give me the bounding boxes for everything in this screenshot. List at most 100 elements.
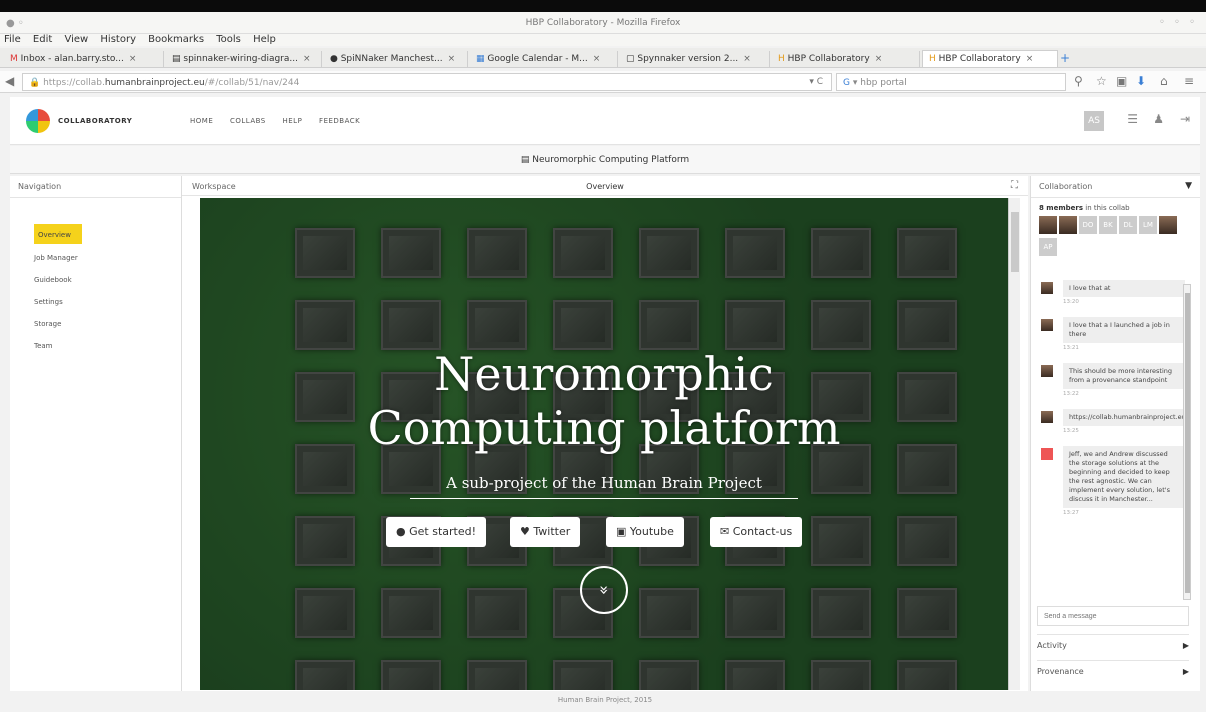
bell-icon[interactable]: ♟ — [1153, 112, 1164, 126]
tab-gmail[interactable]: M Inbox - alan.barry.sto... × — [4, 51, 164, 68]
list-icon[interactable]: ☰ — [1127, 112, 1138, 126]
member-avatar[interactable]: BK — [1099, 216, 1117, 234]
scrollbar-thumb[interactable] — [1011, 212, 1019, 272]
member-avatar[interactable]: AP — [1039, 238, 1057, 256]
menu-tools[interactable]: Tools — [216, 34, 241, 45]
tab-close-icon[interactable]: × — [743, 54, 751, 64]
message-time: 13:21 — [1063, 345, 1079, 351]
back-icon[interactable]: ◀ — [5, 74, 14, 88]
circle-icon: ● — [396, 525, 406, 538]
tab-close-icon[interactable]: × — [448, 54, 456, 64]
nav-item-settings[interactable]: Settings — [34, 291, 104, 313]
nav-feedback[interactable]: FEEDBACK — [319, 117, 360, 125]
hero-subtitle: A sub-project of the Human Brain Project — [446, 474, 762, 492]
chat-message: This should be more interesting from a p… — [1035, 363, 1185, 397]
tab-close-icon[interactable]: × — [303, 54, 311, 64]
menu-edit[interactable]: Edit — [33, 34, 52, 45]
tab-google-calendar[interactable]: ▦ Google Calendar - M... × — [470, 51, 618, 68]
scrollbar-thumb[interactable] — [1185, 293, 1190, 593]
nav-item-overview[interactable]: Overview — [34, 224, 82, 244]
menu-bar: File Edit View History Bookmarks Tools H… — [0, 34, 1206, 46]
nav-help[interactable]: HELP — [283, 117, 303, 125]
platform-title-bar: ▤ Neuromorphic Computing Platform — [10, 146, 1200, 174]
home-icon[interactable]: ⌂ — [1160, 74, 1168, 88]
search-icon[interactable]: ⚲ — [1074, 74, 1083, 88]
nav-item-guidebook[interactable]: Guidebook — [34, 269, 104, 291]
menu-history[interactable]: History — [100, 34, 136, 45]
tab-close-icon[interactable]: × — [129, 54, 137, 64]
nav-item-team[interactable]: Team — [34, 335, 104, 357]
tab-hbp-collaboratory-1[interactable]: H HBP Collaboratory × — [772, 51, 920, 68]
url-field[interactable]: 🔒 https://collab.humanbrainproject.eu/#/… — [22, 73, 832, 91]
download-icon[interactable]: ⬇ — [1136, 74, 1146, 88]
url-dropdown-reload[interactable]: ▾ C — [809, 77, 823, 87]
clipboard-icon[interactable]: ▣ — [1116, 74, 1127, 88]
logout-icon[interactable]: ⇥ — [1180, 112, 1190, 126]
chat-scrollbar[interactable] — [1183, 284, 1191, 600]
member-avatar[interactable] — [1039, 216, 1057, 234]
tab-label: Inbox - alan.barry.sto... — [20, 54, 124, 64]
nav-collabs[interactable]: COLLABS — [230, 117, 266, 125]
scroll-down-chevron-icon[interactable]: » — [580, 566, 628, 614]
menu-bookmarks[interactable]: Bookmarks — [148, 34, 204, 45]
tab-close-icon[interactable]: × — [1026, 54, 1034, 64]
member-avatar[interactable]: DL — [1119, 216, 1137, 234]
tab-github[interactable]: ● SpiNNaker Manchest... × — [324, 51, 468, 68]
hero-title-line1: Neuromorphic — [434, 347, 774, 401]
button-label: Youtube — [629, 525, 674, 538]
bookmark-star-icon[interactable]: ☆ — [1096, 74, 1107, 88]
workspace-scrollbar[interactable] — [1008, 198, 1020, 690]
youtube-button[interactable]: ▣ Youtube — [606, 517, 684, 547]
nav-home[interactable]: HOME — [190, 117, 213, 125]
accordion-activity[interactable]: Activity ▶ — [1037, 634, 1189, 656]
search-engine-icon[interactable]: G — [843, 78, 850, 88]
search-field[interactable]: G ▾ hbp portal — [836, 73, 1066, 91]
accordion-provenance[interactable]: Provenance ▶ — [1037, 660, 1189, 682]
menu-help[interactable]: Help — [253, 34, 276, 45]
new-tab-button[interactable]: + — [1060, 51, 1070, 65]
tab-close-icon[interactable]: × — [593, 54, 601, 64]
member-avatars: DO BK DL LM AP — [1031, 216, 1191, 260]
message-text[interactable]: https://collab.humanbrainproject.eu/#/co… — [1063, 409, 1185, 426]
user-avatar[interactable]: AS — [1084, 111, 1104, 131]
hbp-icon: H — [778, 54, 788, 64]
nav-item-storage[interactable]: Storage — [34, 313, 104, 335]
collaboration-header[interactable]: Collaboration ▼ — [1031, 176, 1200, 198]
member-avatar[interactable] — [1159, 216, 1177, 234]
logo-text[interactable]: COLLABORATORY — [58, 117, 132, 125]
member-avatar[interactable]: DO — [1079, 216, 1097, 234]
chat-message: I love that at 13:20 — [1035, 280, 1185, 305]
twitter-button[interactable]: ♥ Twitter — [510, 517, 581, 547]
tab-spynnaker[interactable]: ▢ Spynnaker version 2... × — [620, 51, 770, 68]
menu-file[interactable]: File — [4, 34, 21, 45]
chat-message: Jeff, we and Andrew discussed the storag… — [1035, 446, 1185, 516]
message-time: 13:22 — [1063, 391, 1079, 397]
nav-item-job-manager[interactable]: Job Manager — [34, 247, 104, 269]
members-count: 8 members — [1039, 204, 1084, 212]
menu-view[interactable]: View — [64, 34, 88, 45]
tab-hbp-collaboratory-active[interactable]: H HBP Collaboratory × — [922, 50, 1058, 67]
tab-label: Spynnaker version 2... — [637, 54, 739, 64]
contact-us-button[interactable]: ✉ Contact-us — [710, 517, 803, 547]
hero-banner: Neuromorphic Computing platform A sub-pr… — [200, 198, 1008, 690]
window-controls[interactable]: ◦ ◦ ◦ — [1159, 17, 1198, 28]
tab-wiring-diagram[interactable]: ▤ spinnaker-wiring-diagra... × — [166, 51, 322, 68]
fullscreen-icon[interactable]: ⛶ — [1011, 180, 1018, 191]
search-value: hbp portal — [860, 78, 907, 88]
tab-close-icon[interactable]: × — [875, 54, 883, 64]
member-avatar[interactable] — [1059, 216, 1077, 234]
window-titlebar: ● ◦ HBP Collaboratory - Mozilla Firefox … — [0, 12, 1206, 34]
get-started-button[interactable]: ● Get started! — [386, 517, 486, 547]
page-icon: ▢ — [626, 54, 638, 64]
collaboratory-logo-icon[interactable] — [26, 109, 50, 133]
envelope-icon: ✉ — [720, 525, 730, 538]
chevron-down-icon[interactable]: ▼ — [1185, 181, 1192, 191]
member-avatar[interactable]: LM — [1139, 216, 1157, 234]
hamburger-menu-icon[interactable]: ≡ — [1184, 74, 1194, 88]
send-message-input[interactable] — [1037, 606, 1189, 626]
button-label: Twitter — [533, 525, 571, 538]
chevron-right-icon: ▶ — [1182, 667, 1189, 676]
members-suffix: in this collab — [1085, 204, 1130, 212]
chat-message: I love that a I launched a job in there 1… — [1035, 317, 1185, 351]
workspace-panel: Workspace Overview ⛶ Neuromorphic Comput… — [182, 176, 1028, 691]
